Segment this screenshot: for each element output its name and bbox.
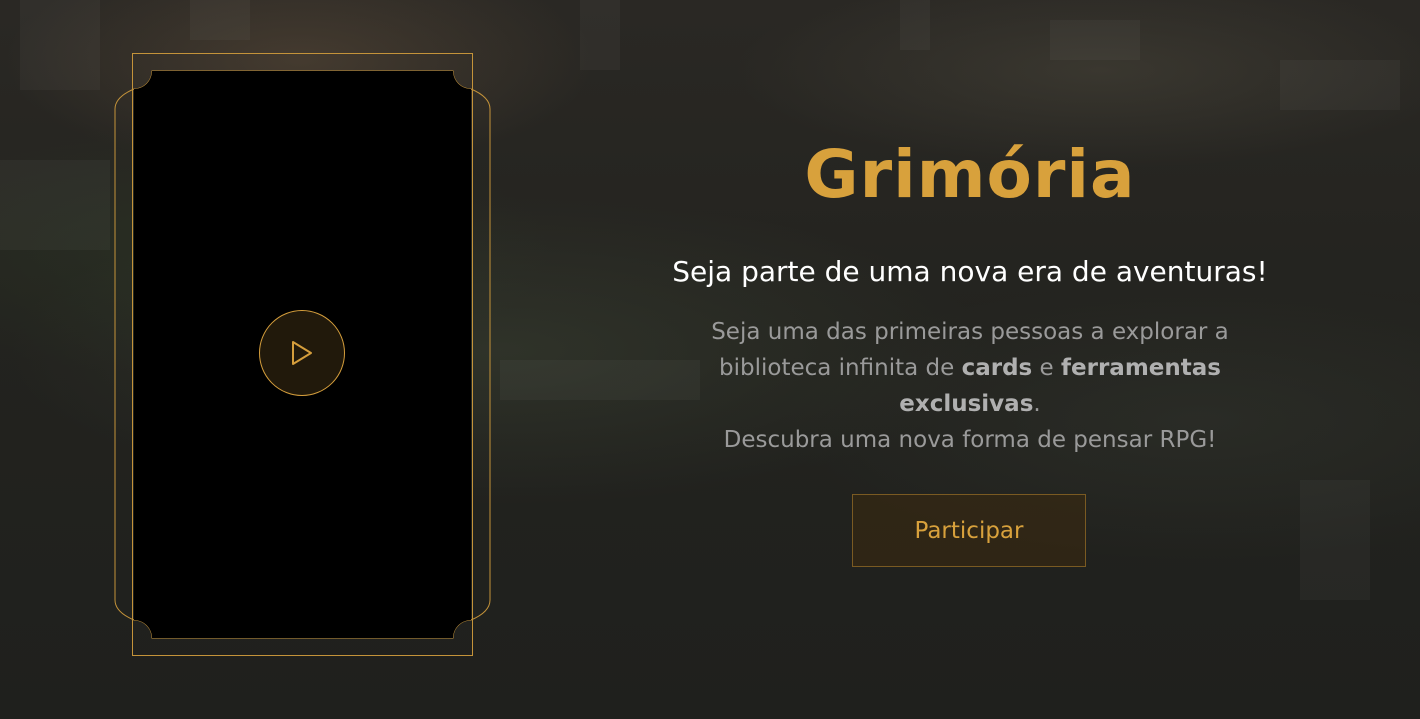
description-text: biblioteca infinita de	[719, 355, 962, 381]
description-line-4: Descubra uma nova forma de pensar RPG!	[723, 427, 1217, 453]
highlight-tools: ferramentas	[1061, 355, 1221, 381]
participate-button[interactable]: Participar	[852, 494, 1086, 567]
highlight-exclusive: exclusivas	[899, 391, 1034, 417]
description-line-2: biblioteca infinita de cards e ferrament…	[560, 350, 1380, 386]
description-line-1: Seja uma das primeiras pessoas a explora…	[711, 319, 1229, 345]
hero-subtitle: Seja parte de uma nova era de aventuras!	[672, 255, 1268, 288]
brand-title: Grimória	[804, 136, 1136, 213]
hero-description: Seja uma das primeiras pessoas a explora…	[560, 314, 1380, 458]
hero-section: Grimória Seja parte de uma nova era de a…	[0, 0, 1420, 719]
description-line-3: exclusivas.	[560, 386, 1380, 422]
video-player[interactable]	[114, 53, 491, 656]
play-icon	[292, 341, 312, 365]
description-text: e	[1032, 355, 1062, 381]
highlight-cards: cards	[961, 355, 1033, 381]
description-text: .	[1033, 391, 1041, 417]
play-button[interactable]	[259, 310, 345, 396]
